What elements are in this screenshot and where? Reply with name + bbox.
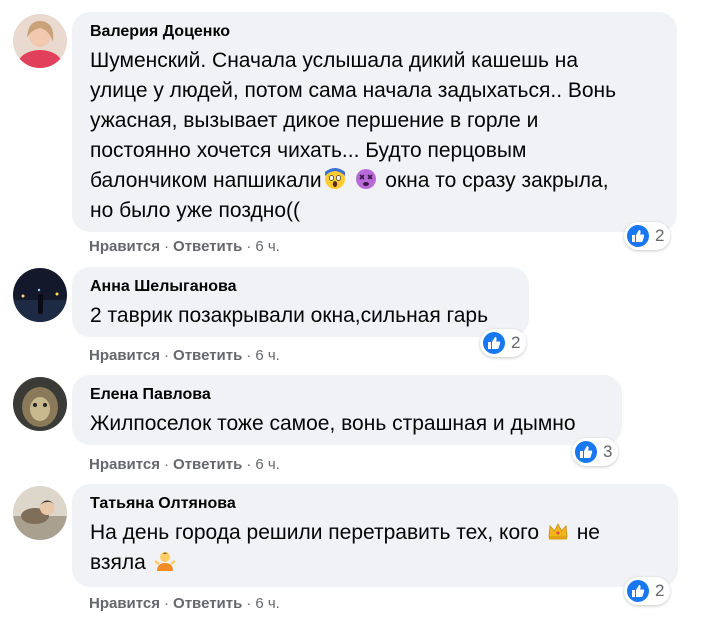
author-name[interactable]: Анна Шелыганова xyxy=(90,277,513,297)
comment-line: Шуменский. Сначала услышала дикий кашешь… xyxy=(90,49,579,72)
avatar[interactable] xyxy=(13,486,67,540)
avatar[interactable] xyxy=(13,14,67,68)
avatar[interactable] xyxy=(13,377,67,431)
comment-line: постоянно хочется чихать... Будто перцов… xyxy=(90,139,527,162)
comment-line: На день города решили перетравить тех, к… xyxy=(90,520,600,544)
like-link[interactable]: Нравится xyxy=(89,595,160,612)
reply-link[interactable]: Ответить xyxy=(173,456,242,473)
author-name[interactable]: Елена Павлова xyxy=(90,385,606,405)
comment-line: ужасная, вызывает дикое першение в горле… xyxy=(90,109,539,132)
thumbs-up-icon xyxy=(627,580,649,602)
comment-bubble: Валерия Доценко Шуменский. Сначала услыш… xyxy=(72,12,677,232)
comment-actions: Нравится · Ответить · 6 ч. xyxy=(89,238,280,255)
avatar[interactable] xyxy=(13,268,67,322)
like-link[interactable]: Нравится xyxy=(89,238,160,255)
comment-line: балончиком напшикали окна то сразу закры… xyxy=(90,168,609,192)
reply-link[interactable]: Ответить xyxy=(173,238,242,255)
person-shrugging-emoji xyxy=(153,550,176,572)
thumbs-up-icon xyxy=(627,225,649,247)
dizzy-face-emoji xyxy=(355,168,377,190)
author-name[interactable]: Валерия Доценко xyxy=(90,22,661,42)
reply-link[interactable]: Ответить xyxy=(173,595,242,612)
author-name[interactable]: Татьяна Олтянова xyxy=(90,494,662,514)
crown-emoji xyxy=(547,520,569,542)
comment-actions: Нравится · Ответить · 6 ч. xyxy=(89,595,280,612)
reply-link[interactable]: Ответить xyxy=(173,347,242,364)
comment-text: На день города решили перетравить тех, к… xyxy=(90,518,662,578)
comment-bubble: Татьяна Олтянова На день города решили п… xyxy=(72,484,678,587)
thumbs-up-icon xyxy=(575,441,597,463)
reaction-count: 2 xyxy=(655,226,665,245)
thumbs-up-icon xyxy=(483,332,505,354)
reaction-summary[interactable]: 2 xyxy=(624,577,671,605)
face-screaming-emoji xyxy=(324,168,346,190)
comment-line: взяла xyxy=(90,548,662,578)
reaction-summary[interactable]: 3 xyxy=(572,438,619,466)
comment-text: Жилпоселок тоже самое, вонь страшная и д… xyxy=(90,412,576,435)
timestamp[interactable]: 6 ч. xyxy=(255,238,280,255)
reaction-count: 2 xyxy=(511,333,521,352)
reaction-count: 2 xyxy=(655,581,665,600)
timestamp[interactable]: 6 ч. xyxy=(255,595,280,612)
comment-bubble: Елена Павлова Жилпоселок тоже самое, вон… xyxy=(72,375,622,445)
comment-line: улице у людей, потом сама начала задыхат… xyxy=(90,79,617,102)
comment-text: Шуменский. Сначала услышала дикий кашешь… xyxy=(90,46,661,226)
comment-line: но было уже поздно(( xyxy=(90,199,301,222)
comment-actions: Нравится · Ответить · 6 ч. xyxy=(89,347,280,364)
comment-actions: Нравится · Ответить · 6 ч. xyxy=(89,456,280,473)
like-link[interactable]: Нравится xyxy=(89,347,160,364)
reaction-count: 3 xyxy=(603,442,613,461)
timestamp[interactable]: 6 ч. xyxy=(255,347,280,364)
like-link[interactable]: Нравится xyxy=(89,456,160,473)
comment-bubble: Анна Шелыганова 2 таврик позакрывали окн… xyxy=(72,267,529,337)
comment-text: 2 таврик позакрывали окна,сильная гарь xyxy=(90,304,489,327)
reaction-summary[interactable]: 2 xyxy=(480,329,527,357)
reaction-summary[interactable]: 2 xyxy=(624,222,671,250)
timestamp[interactable]: 6 ч. xyxy=(255,456,280,473)
